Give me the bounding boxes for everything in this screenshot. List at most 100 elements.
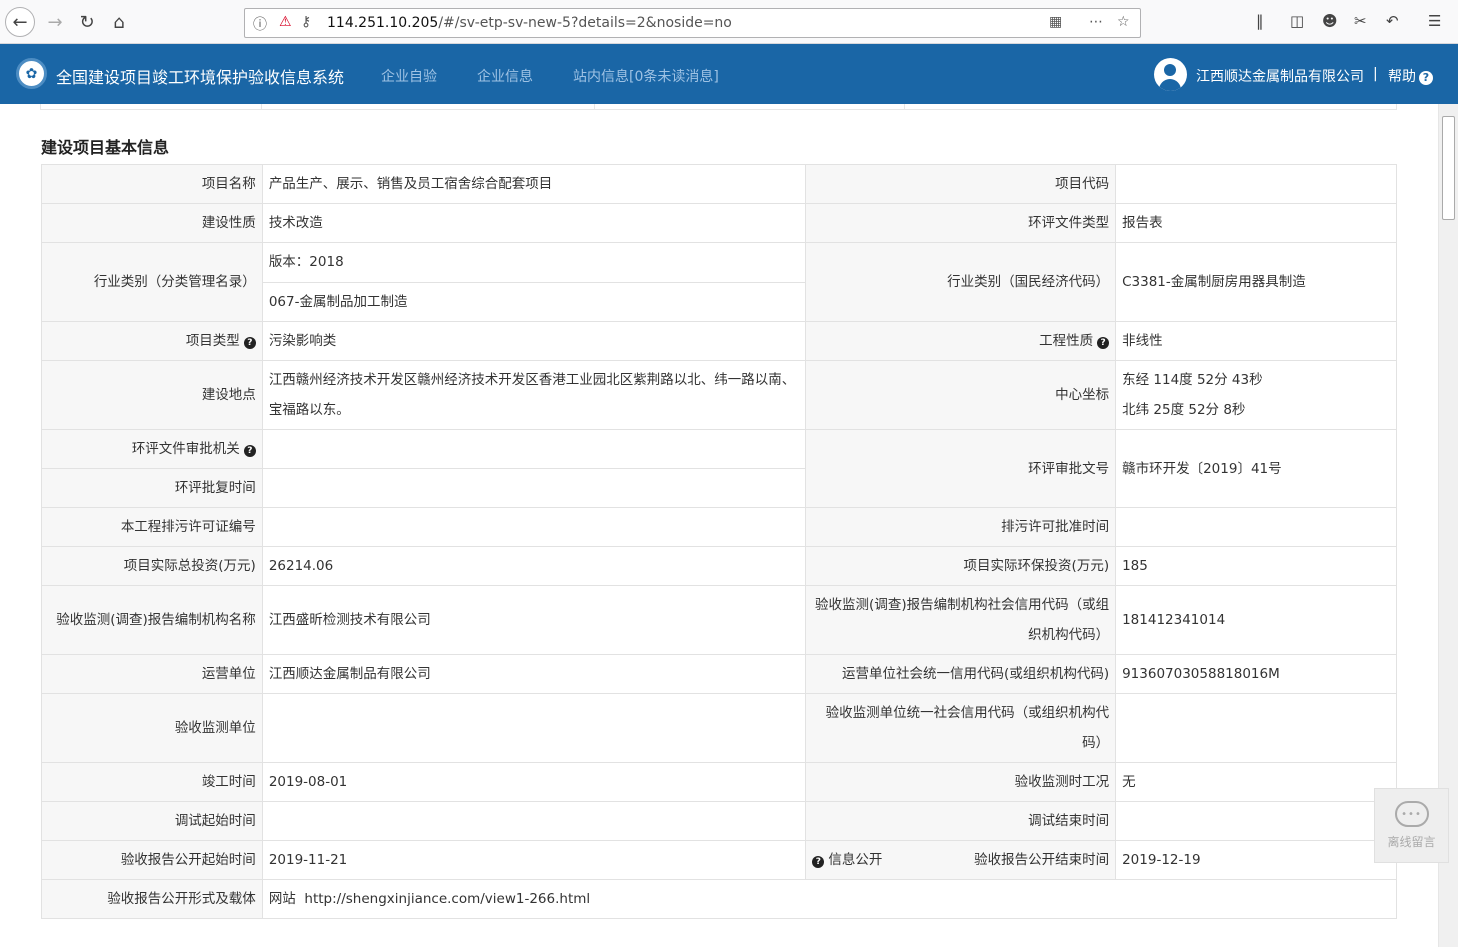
nav-messages[interactable]: 站内信息[0条未读消息] <box>573 66 719 86</box>
field-value <box>1115 801 1397 841</box>
project-info-table: 项目名称 产品生产、展示、销售及员工宿舍综合配套项目 项目代码 建设性质 技术改… <box>41 164 1398 919</box>
coord-north: 北纬 25度 52分 8秒 <box>1122 402 1246 418</box>
field-label: 环评审批文号 <box>805 429 1117 508</box>
forward-button[interactable]: → <box>40 7 70 37</box>
user-avatar[interactable] <box>1154 58 1187 91</box>
field-label: 本工程排污许可证编号 <box>41 507 263 547</box>
field-value: 2019-08-01 <box>261 762 807 802</box>
industry-version: 版本：2018 <box>268 254 344 270</box>
field-value <box>261 507 807 547</box>
address-bar[interactable]: ⓘ ⚠ ⚷ 114.251.10.205/#/sv-etp-sv-new-5?d… <box>244 8 1141 38</box>
library-icon[interactable]: ‖ <box>1256 12 1264 30</box>
sidebar-icon[interactable]: ◫ <box>1290 12 1304 30</box>
table-row: 建设地点 江西赣州经济技术开发区赣州经济技术开发区香港工业园北区紫荆路以北、纬一… <box>41 360 1397 430</box>
nav-self-check[interactable]: 企业自验 <box>381 66 437 86</box>
insecure-icon[interactable]: ⚠ <box>279 14 292 30</box>
offline-message-widget[interactable]: ••• 离线留言 <box>1374 788 1449 863</box>
more-icon[interactable]: ⋯ <box>1089 14 1103 30</box>
field-label: 工程性质? <box>805 321 1117 361</box>
help-label: 帮助 <box>1388 69 1416 85</box>
arrow-left-icon: ← <box>12 11 28 33</box>
field-label: 验收监测单位 <box>41 693 263 763</box>
field-label: 中心坐标 <box>805 360 1117 430</box>
help-link[interactable]: 帮助? <box>1388 66 1433 86</box>
nav-company-info[interactable]: 企业信息 <box>477 66 533 86</box>
question-icon[interactable]: ? <box>243 445 256 457</box>
home-button[interactable]: ⌂ <box>104 7 134 37</box>
scrollbar-thumb[interactable] <box>1442 116 1455 220</box>
key-icon[interactable]: ⚷ <box>301 14 311 30</box>
table-row: 运营单位 江西顺达金属制品有限公司 运营单位社会统一信用代码(或组织机构代码) … <box>41 654 1397 694</box>
previous-table-edge <box>40 104 1397 110</box>
reload-icon: ↻ <box>79 11 95 33</box>
field-value: 185 <box>1115 546 1397 586</box>
question-icon[interactable]: ? <box>243 337 256 349</box>
table-row: 项目实际总投资(万元) 26214.06 项目实际环保投资(万元) 185 <box>41 546 1397 586</box>
field-value: 江西顺达金属制品有限公司 <box>261 654 807 694</box>
field-label: 环评批复时间 <box>41 468 263 508</box>
header-separator: | <box>1373 66 1378 82</box>
app-header: ✿ 全国建设项目竣工环境保护验收信息系统 企业自验 企业信息 站内信息[0条未读… <box>0 44 1458 104</box>
field-value: 网站 http://shengxinjiance.com/view1-266.h… <box>261 879 1398 919</box>
field-label: 验收监测时工况 <box>805 762 1117 802</box>
field-label: 行业类别（国民经济代码） <box>805 242 1117 322</box>
back-button[interactable]: ← <box>5 7 35 37</box>
field-value: 91360703058818016M <box>1115 654 1397 694</box>
menu-icon[interactable]: ☰ <box>1428 12 1441 30</box>
label-text: 工程性质 <box>1039 333 1094 349</box>
table-row: 项目名称 产品生产、展示、销售及员工宿舍综合配套项目 项目代码 <box>41 164 1397 204</box>
url-text[interactable]: 114.251.10.205/#/sv-etp-sv-new-5?details… <box>327 15 732 31</box>
undo-icon[interactable]: ↶ <box>1386 12 1399 30</box>
field-label: 验收报告公开起始时间 <box>41 840 263 880</box>
screenshot-icon[interactable]: ✂ <box>1354 12 1367 30</box>
label-text: 项目类型 <box>185 333 240 349</box>
field-label: 验收监测(调查)报告编制机构社会信用代码（或组织机构代码） <box>805 585 1117 655</box>
label-text: 环评文件审批机关 <box>131 441 240 457</box>
field-value <box>1115 164 1397 204</box>
arrow-right-icon: → <box>47 11 63 33</box>
field-value: 报告表 <box>1115 203 1397 243</box>
field-label: 验收监测(调查)报告编制机构名称 <box>41 585 263 655</box>
company-name[interactable]: 江西顺达金属制品有限公司 <box>1196 66 1364 86</box>
field-value <box>1115 693 1397 763</box>
field-value: 181412341014 <box>1115 585 1397 655</box>
field-label: 调试起始时间 <box>41 801 263 841</box>
url-host: 114.251.10.205 <box>327 15 439 31</box>
field-value <box>261 468 807 508</box>
info-public-link[interactable]: ? 信息公开 <box>812 845 882 875</box>
question-icon[interactable]: ? <box>1097 337 1110 349</box>
field-label: 项目代码 <box>805 164 1117 204</box>
table-row: 本工程排污许可证编号 排污许可批准时间 <box>41 507 1397 547</box>
field-label: 项目实际总投资(万元) <box>41 546 263 586</box>
home-icon: ⌂ <box>113 11 125 33</box>
app-title: 全国建设项目竣工环境保护验收信息系统 <box>56 68 345 87</box>
info-public-label: 信息公开 <box>828 852 883 868</box>
field-label: 调试结束时间 <box>805 801 1117 841</box>
field-value <box>261 693 807 763</box>
table-row: 建设性质 技术改造 环评文件类型 报告表 <box>41 203 1397 243</box>
field-label: 运营单位 <box>41 654 263 694</box>
field-value: 东经 114度 52分 43秒 北纬 25度 52分 8秒 <box>1115 360 1397 430</box>
question-icon[interactable]: ? <box>812 856 825 868</box>
offline-message-label: 离线留言 <box>1387 835 1436 849</box>
field-label: 环评文件审批机关? <box>41 429 263 469</box>
field-label: 建设性质 <box>41 203 263 243</box>
reload-button[interactable]: ↻ <box>72 7 102 37</box>
url-path: /#/sv-etp-sv-new-5?details=2&noside=no <box>438 15 732 31</box>
browser-toolbar: ← → ↻ ⌂ ⓘ ⚠ ⚷ 114.251.10.205/#/sv-etp-sv… <box>0 0 1458 44</box>
table-row: 环评文件审批机关? 环评审批文号 赣市环开发〔2019〕41号 <box>41 429 1397 508</box>
info-icon[interactable]: ⓘ <box>253 14 267 34</box>
coord-east: 东经 114度 52分 43秒 <box>1122 372 1263 388</box>
field-value: 版本：2018 067-金属制品加工制造 <box>261 242 807 322</box>
field-label: 运营单位社会统一信用代码(或组织机构代码) <box>805 654 1117 694</box>
label-text: 验收报告公开结束时间 <box>974 852 1110 868</box>
field-value: C3381-金属制厨房用器具制造 <box>1115 242 1397 322</box>
qr-code-icon[interactable]: ▦ <box>1049 14 1062 30</box>
field-label: 项目类型? <box>41 321 263 361</box>
field-value: 无 <box>1115 762 1397 802</box>
table-row: 调试起始时间 调试结束时间 <box>41 801 1397 841</box>
chat-bubble-icon: ••• <box>1394 801 1429 827</box>
bookmark-star-icon[interactable]: ☆ <box>1117 14 1130 30</box>
account-icon[interactable]: ☻ <box>1322 12 1338 30</box>
field-value: 2019-11-21 <box>261 840 807 880</box>
